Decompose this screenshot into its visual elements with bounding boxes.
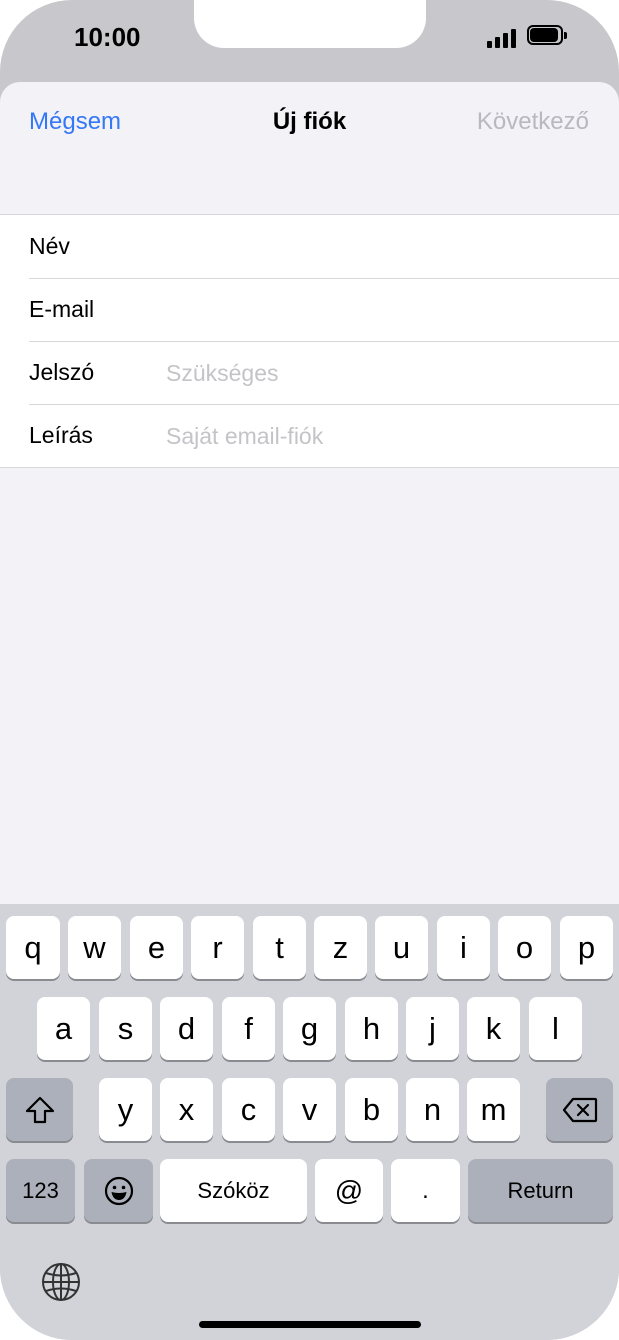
key-b[interactable]: b xyxy=(345,1078,398,1141)
key-x[interactable]: x xyxy=(160,1078,213,1141)
key-e[interactable]: e xyxy=(130,916,183,979)
email-input[interactable] xyxy=(166,292,596,328)
key-z[interactable]: z xyxy=(314,916,367,979)
key-v[interactable]: v xyxy=(283,1078,336,1141)
description-row[interactable]: Leírás xyxy=(0,404,619,467)
email-label: E-mail xyxy=(29,296,95,322)
name-row[interactable]: Név xyxy=(0,215,619,278)
home-indicator[interactable] xyxy=(199,1321,421,1328)
key-k[interactable]: k xyxy=(467,997,520,1060)
next-button[interactable]: Következő xyxy=(477,108,589,136)
password-label: Jelszó xyxy=(29,359,95,385)
return-key[interactable]: Return xyxy=(468,1159,613,1222)
dot-key[interactable]: . xyxy=(391,1159,460,1222)
backspace-key[interactable] xyxy=(546,1078,613,1141)
key-i[interactable]: i xyxy=(437,916,490,979)
globe-icon[interactable] xyxy=(41,1262,81,1302)
description-input[interactable] xyxy=(166,418,596,454)
keyboard: q w e r t z u i o p a s d f g h j k l y … xyxy=(0,904,619,1340)
name-input[interactable] xyxy=(166,229,596,265)
signal-icon xyxy=(487,26,519,48)
key-w[interactable]: w xyxy=(68,916,121,979)
key-u[interactable]: u xyxy=(375,916,428,979)
key-a[interactable]: a xyxy=(37,997,90,1060)
key-f[interactable]: f xyxy=(222,997,275,1060)
key-h[interactable]: h xyxy=(345,997,398,1060)
emoji-key[interactable] xyxy=(84,1159,153,1222)
description-label: Leírás xyxy=(29,422,93,448)
key-g[interactable]: g xyxy=(283,997,336,1060)
phone-screen: 10:00 Új fiók Mégsem Következő Név E-mai… xyxy=(0,0,619,1340)
cancel-button[interactable]: Mégsem xyxy=(29,108,121,136)
key-l[interactable]: l xyxy=(529,997,582,1060)
key-y[interactable]: y xyxy=(99,1078,152,1141)
notch xyxy=(194,0,426,48)
key-t[interactable]: t xyxy=(253,916,306,979)
email-row[interactable]: E-mail xyxy=(0,278,619,341)
name-label: Név xyxy=(29,233,70,259)
key-d[interactable]: d xyxy=(160,997,213,1060)
space-key[interactable]: Szóköz xyxy=(160,1159,307,1222)
numbers-key[interactable]: 123 xyxy=(6,1159,75,1222)
status-time: 10:00 xyxy=(74,22,141,52)
new-account-sheet: Új fiók Mégsem Következő Név E-mail Jels… xyxy=(0,82,619,912)
key-s[interactable]: s xyxy=(99,997,152,1060)
key-n[interactable]: n xyxy=(406,1078,459,1141)
password-row[interactable]: Jelszó xyxy=(0,341,619,404)
key-p[interactable]: p xyxy=(560,916,613,979)
account-form: Név E-mail Jelszó Leírás xyxy=(0,214,619,468)
key-r[interactable]: r xyxy=(191,916,244,979)
shift-icon xyxy=(25,1096,54,1123)
backspace-icon xyxy=(562,1097,597,1122)
key-c[interactable]: c xyxy=(222,1078,275,1141)
key-q[interactable]: q xyxy=(6,916,60,979)
key-m[interactable]: m xyxy=(467,1078,520,1141)
key-j[interactable]: j xyxy=(406,997,459,1060)
battery-icon xyxy=(527,25,567,45)
at-key[interactable]: @ xyxy=(315,1159,383,1222)
shift-key[interactable] xyxy=(6,1078,73,1141)
password-input[interactable] xyxy=(166,355,596,391)
emoji-icon xyxy=(104,1176,133,1205)
key-o[interactable]: o xyxy=(498,916,551,979)
